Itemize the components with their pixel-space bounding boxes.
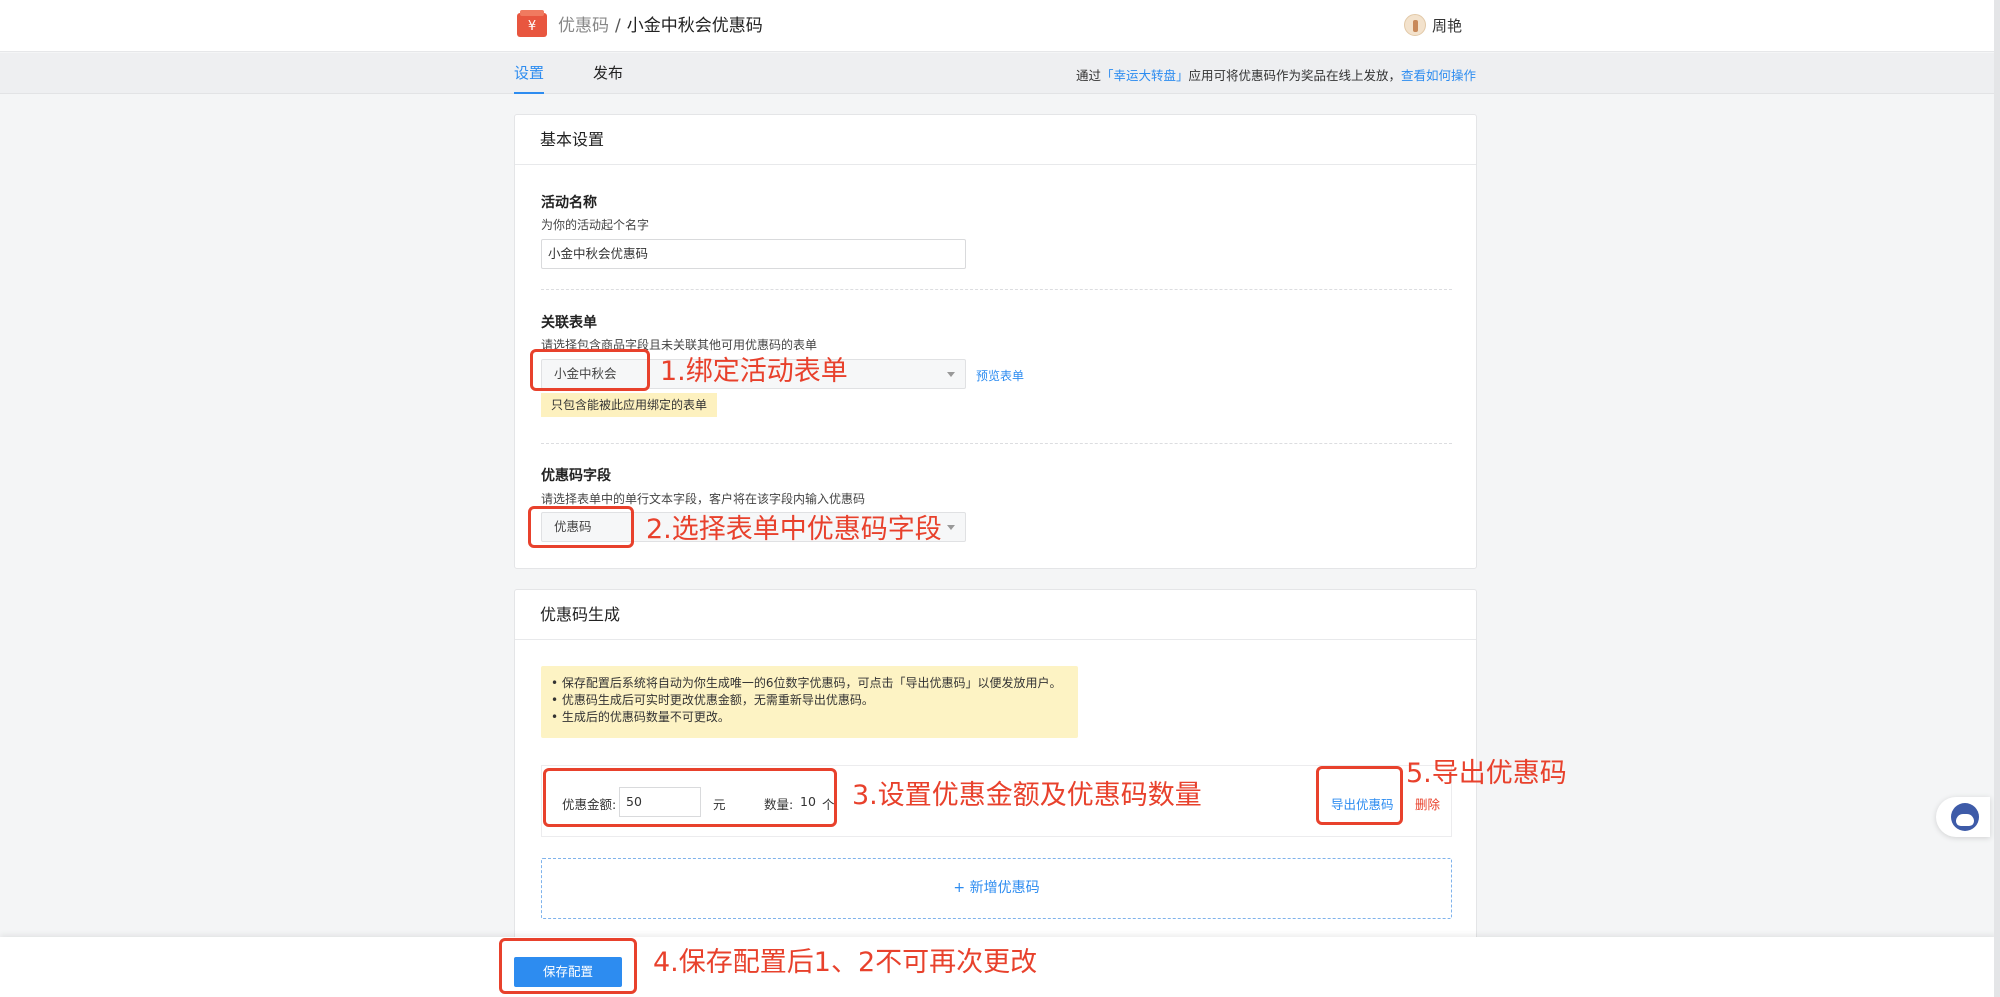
annotation-step-4: 4.保存配置后1、2不可再次更改 [653,947,1038,978]
annotation-box-field [528,506,634,548]
breadcrumb-current: 小金中秋会优惠码 [626,16,763,36]
chevron-down-icon [947,525,955,530]
user-menu[interactable]: 周艳 [1404,12,1462,38]
breadcrumb-separator: / [615,16,621,36]
activity-name-hint: 为你的活动起个名字 [541,218,650,232]
annotation-box-amount [543,768,837,827]
preview-form-link[interactable]: 预览表单 [976,367,1024,384]
breadcrumb-root[interactable]: 优惠码 [558,16,609,36]
annotation-box-save [499,938,637,994]
annotation-step-1: 1.绑定活动表单 [660,356,848,387]
page-scrollbar[interactable] [1994,0,2000,997]
avatar [1404,14,1426,36]
coupon-logo-icon: ¥ [517,10,547,37]
tip-middle: 应用可将优惠码作为奖品在线上发放， [1188,68,1401,83]
how-to-link[interactable]: 查看如何操作 [1401,68,1476,83]
tab-publish[interactable]: 发布 [593,63,623,94]
tip-prefix: 通过 [1075,68,1101,83]
annotation-step-2: 2.选择表单中优惠码字段 [646,514,942,545]
notice-item: 生成后的优惠码数量不可更改。 [551,709,1068,726]
form-note: 只包含能被此应用绑定的表单 [541,393,718,417]
top-bar: ¥ 优惠码 / 小金中秋会优惠码 周艳 [0,0,1996,52]
notice-item: 保存配置后系统将自动为你生成唯一的6位数字优惠码，可点击「导出优惠码」以便发放用… [551,675,1068,692]
basic-settings-card: 基本设置 活动名称 为你的活动起个名字 小金中秋会优惠码 关联表单 请选择包含商… [514,114,1477,569]
coupon-generate-title: 优惠码生成 [515,590,1476,640]
annotation-box-export [1316,766,1403,825]
annotation-step-3: 3.设置优惠金额及优惠码数量 [852,780,1202,811]
lucky-wheel-tip: 通过「幸运大转盘」应用可将优惠码作为奖品在线上发放，查看如何操作 [1076,65,1476,84]
annotation-step-5: 5.导出优惠码 [1406,758,1567,789]
assistant-icon [1951,803,1979,831]
add-coupon-button[interactable]: + 新增优惠码 [541,858,1452,919]
assistant-float-button[interactable] [1936,797,1990,837]
divider [541,443,1452,444]
activity-name-input[interactable]: 小金中秋会优惠码 [541,239,966,269]
generate-notice: 保存配置后系统将自动为你生成唯一的6位数字优惠码，可点击「导出优惠码」以便发放用… [541,666,1078,738]
activity-name-label: 活动名称 [541,195,597,211]
breadcrumb: 优惠码 / 小金中秋会优惠码 [558,14,763,38]
form-label: 关联表单 [541,315,597,331]
svg-text:¥: ¥ [528,19,536,34]
lucky-wheel-link[interactable]: 「幸运大转盘」 [1101,68,1189,83]
tab-settings[interactable]: 设置 [514,63,545,94]
user-name: 周艳 [1432,16,1463,35]
basic-settings-title: 基本设置 [515,115,1476,165]
notice-item: 优惠码生成后可实时更改优惠金额，无需重新导出优惠码。 [551,692,1068,709]
field-hint: 请选择表单中的单行文本字段，客户将在该字段内输入优惠码 [541,492,866,506]
field-label: 优惠码字段 [541,468,611,484]
divider [541,289,1452,290]
delete-coupon-link[interactable]: 删除 [1415,794,1440,813]
page: ¥ 优惠码 / 小金中秋会优惠码 周艳 设置 发布 通过「幸运大转盘」应用可将优惠码… [0,0,2000,997]
sub-nav: 设置 发布 通过「幸运大转盘」应用可将优惠码作为奖品在线上发放，查看如何操作 [0,53,1996,94]
annotation-box-form [530,349,650,391]
chevron-down-icon [947,372,955,377]
